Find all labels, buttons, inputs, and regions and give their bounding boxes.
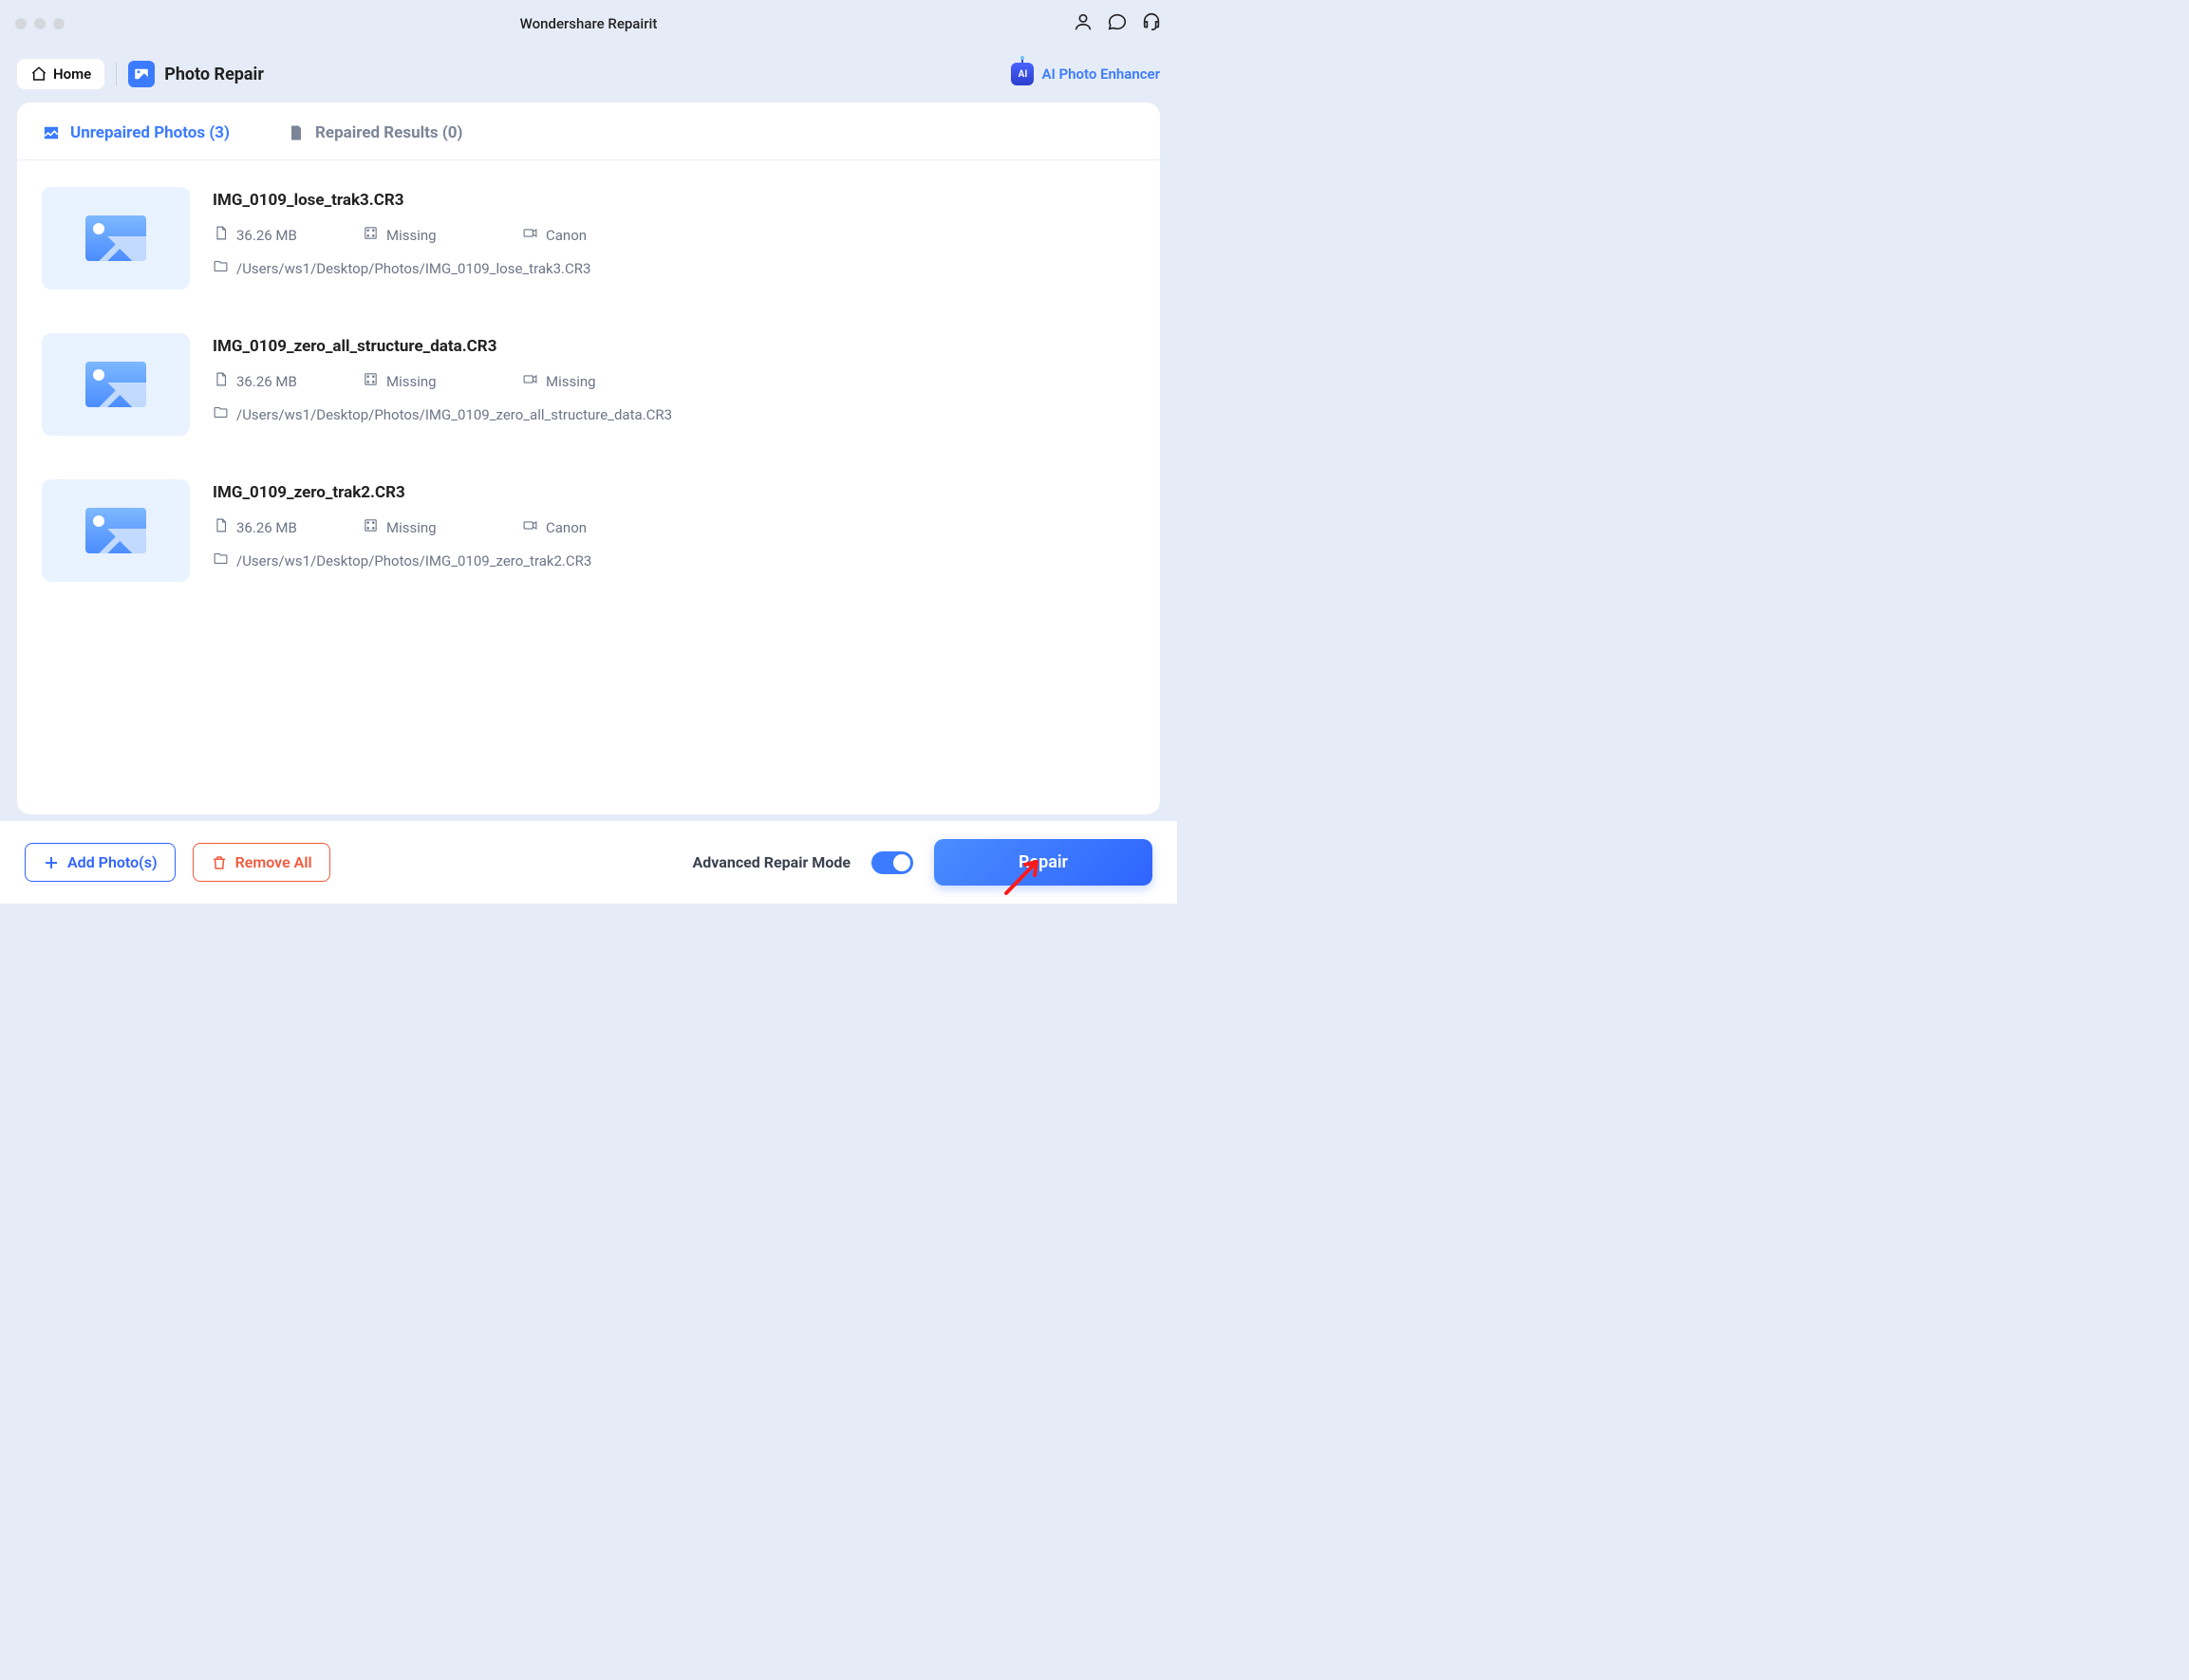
document-icon bbox=[287, 123, 306, 142]
file-path: /Users/ws1/Desktop/Photos/IMG_0109_lose_… bbox=[236, 260, 590, 277]
file-dimensions: Missing bbox=[363, 371, 505, 391]
folder-icon bbox=[213, 258, 229, 278]
home-icon bbox=[30, 65, 47, 83]
nav-divider bbox=[116, 63, 117, 85]
file-row[interactable]: IMG_0109_zero_all_structure_data.CR3 36.… bbox=[42, 316, 1135, 462]
camera-icon bbox=[522, 517, 538, 537]
tab-unrepaired-label: Unrepaired Photos (3) bbox=[70, 123, 230, 142]
close-window-icon[interactable] bbox=[15, 18, 27, 29]
file-info: IMG_0109_zero_all_structure_data.CR3 36.… bbox=[213, 333, 1135, 436]
folder-icon bbox=[213, 551, 229, 570]
file-thumbnail bbox=[42, 333, 190, 436]
ai-robot-icon: AI bbox=[1011, 63, 1034, 85]
trash-icon bbox=[211, 854, 228, 871]
file-dimensions: Missing bbox=[363, 225, 505, 245]
footer: Add Photo(s) Remove All Advanced Repair … bbox=[0, 821, 1177, 904]
file-device: Canon bbox=[522, 517, 636, 537]
file-device: Missing bbox=[522, 371, 636, 391]
remove-all-label: Remove All bbox=[235, 853, 312, 871]
file-info: IMG_0109_zero_trak2.CR3 36.26 MB Missing… bbox=[213, 479, 1135, 582]
advanced-repair-label: Advanced Repair Mode bbox=[693, 853, 851, 871]
home-button[interactable]: Home bbox=[17, 59, 104, 89]
file-thumbnail bbox=[42, 187, 190, 289]
file-size: 36.26 MB bbox=[213, 371, 346, 391]
file-row[interactable]: IMG_0109_zero_trak2.CR3 36.26 MB Missing… bbox=[42, 462, 1135, 608]
minimize-window-icon[interactable] bbox=[34, 18, 46, 29]
window-controls[interactable] bbox=[15, 18, 65, 29]
dimensions-icon bbox=[363, 517, 379, 537]
repair-button[interactable]: Repair bbox=[934, 839, 1152, 886]
camera-icon bbox=[522, 371, 538, 391]
plus-icon bbox=[43, 854, 60, 871]
tab-repaired-label: Repaired Results (0) bbox=[315, 123, 462, 142]
file-icon bbox=[213, 517, 229, 537]
file-list: IMG_0109_lose_trak3.CR3 36.26 MB Missing… bbox=[17, 160, 1160, 618]
file-path: /Users/ws1/Desktop/Photos/IMG_0109_zero_… bbox=[236, 406, 672, 423]
file-dimensions: Missing bbox=[363, 517, 505, 537]
file-name: IMG_0109_zero_all_structure_data.CR3 bbox=[213, 337, 1135, 356]
file-info: IMG_0109_lose_trak3.CR3 36.26 MB Missing… bbox=[213, 187, 1135, 289]
support-icon[interactable] bbox=[1141, 11, 1162, 36]
tab-unrepaired[interactable]: Unrepaired Photos (3) bbox=[42, 123, 230, 159]
add-photos-label: Add Photo(s) bbox=[67, 853, 158, 871]
image-placeholder-icon bbox=[85, 508, 146, 553]
main-panel: Unrepaired Photos (3) Repaired Results (… bbox=[17, 103, 1160, 814]
file-size: 36.26 MB bbox=[213, 517, 346, 537]
file-icon bbox=[213, 225, 229, 245]
dimensions-icon bbox=[363, 371, 379, 391]
photo-repair-icon bbox=[128, 61, 155, 87]
ai-enhancer-label: AI Photo Enhancer bbox=[1041, 65, 1160, 83]
tab-bar: Unrepaired Photos (3) Repaired Results (… bbox=[17, 103, 1160, 160]
camera-icon bbox=[522, 225, 538, 245]
navbar: Home Photo Repair AI AI Photo Enhancer bbox=[0, 47, 1177, 93]
file-path: /Users/ws1/Desktop/Photos/IMG_0109_zero_… bbox=[236, 552, 591, 569]
chat-icon[interactable] bbox=[1107, 11, 1128, 36]
file-size: 36.26 MB bbox=[213, 225, 346, 245]
home-label: Home bbox=[53, 65, 91, 83]
advanced-repair-toggle[interactable] bbox=[871, 851, 913, 874]
repair-label: Repair bbox=[1019, 852, 1068, 872]
add-photos-button[interactable]: Add Photo(s) bbox=[25, 843, 176, 882]
file-thumbnail bbox=[42, 479, 190, 582]
file-name: IMG_0109_lose_trak3.CR3 bbox=[213, 191, 1135, 210]
tab-repaired[interactable]: Repaired Results (0) bbox=[287, 123, 462, 159]
file-icon bbox=[213, 371, 229, 391]
ai-photo-enhancer-link[interactable]: AI AI Photo Enhancer bbox=[1011, 63, 1160, 85]
dimensions-icon bbox=[363, 225, 379, 245]
file-device: Canon bbox=[522, 225, 636, 245]
image-placeholder-icon bbox=[85, 362, 146, 407]
remove-all-button[interactable]: Remove All bbox=[193, 843, 330, 882]
titlebar: Wondershare Repairit bbox=[0, 0, 1177, 47]
maximize-window-icon[interactable] bbox=[53, 18, 65, 29]
user-icon[interactable] bbox=[1073, 11, 1094, 36]
file-row[interactable]: IMG_0109_lose_trak3.CR3 36.26 MB Missing… bbox=[42, 170, 1135, 316]
folder-icon bbox=[213, 404, 229, 424]
image-broken-icon bbox=[42, 123, 61, 142]
image-placeholder-icon bbox=[85, 215, 146, 261]
app-title: Wondershare Repairit bbox=[520, 15, 658, 32]
file-name: IMG_0109_zero_trak2.CR3 bbox=[213, 483, 1135, 502]
module-title: Photo Repair bbox=[164, 65, 264, 84]
